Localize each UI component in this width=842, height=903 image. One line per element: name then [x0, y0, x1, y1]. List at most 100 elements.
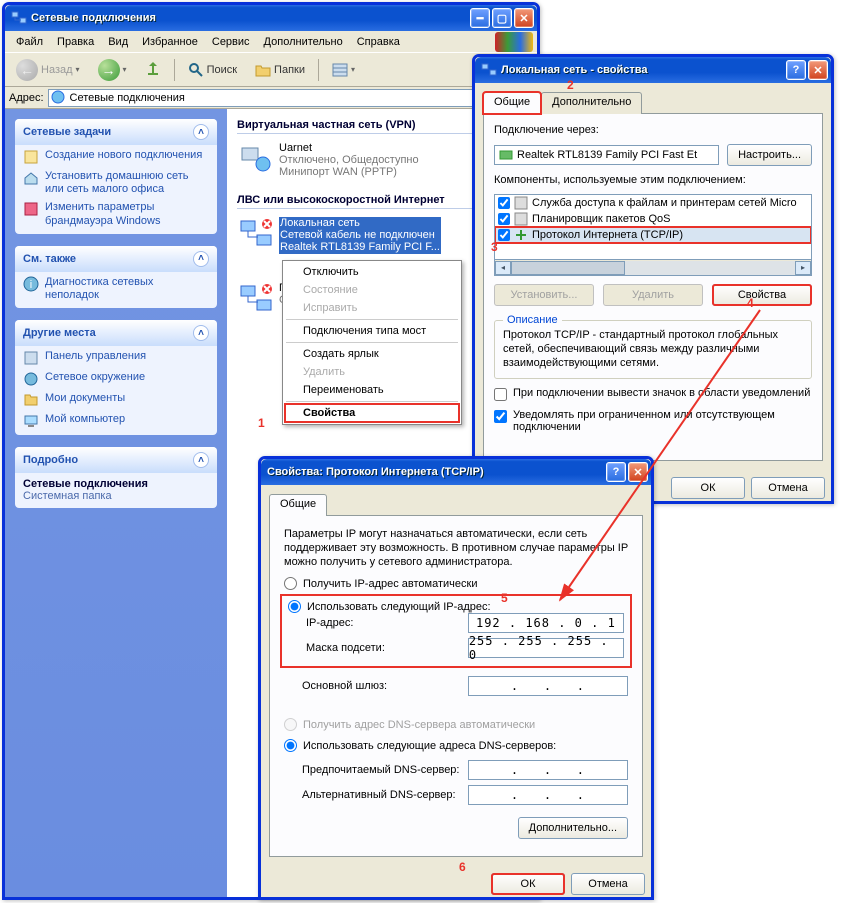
- other-my-computer[interactable]: Мой компьютер: [23, 413, 209, 429]
- ctx-bridge[interactable]: Подключения типа мост: [285, 322, 459, 340]
- chevron-up-icon[interactable]: ˄: [193, 325, 209, 341]
- menu-help[interactable]: Справка: [350, 34, 407, 50]
- radio-manual-ip[interactable]: Использовать следующий IP-адрес:: [288, 600, 624, 613]
- radio-manual-dns[interactable]: Использовать следующие адреса DNS-сервер…: [284, 739, 628, 752]
- scroll-left-icon[interactable]: ◂: [495, 261, 511, 275]
- other-network-env[interactable]: Сетевое окружение: [23, 371, 209, 387]
- panel-title[interactable]: Другие места˄: [15, 320, 217, 346]
- radio-auto-ip-input[interactable]: [284, 577, 297, 590]
- tray-icon-checkbox[interactable]: [494, 388, 507, 401]
- ok-button[interactable]: ОК: [671, 477, 745, 499]
- ip-address-field[interactable]: 192 . 168 . 0 . 1: [468, 613, 624, 633]
- back-button[interactable]: ← Назад ▾: [9, 56, 87, 84]
- views-button[interactable]: ▾: [325, 59, 362, 81]
- subnet-mask-field[interactable]: 255 . 255 . 255 . 0: [468, 638, 624, 658]
- configure-button[interactable]: Настроить...: [727, 144, 812, 166]
- radio-manual-ip-input[interactable]: [288, 600, 301, 613]
- nic-display: Realtek RTL8139 Family PCI Fast Et: [494, 145, 719, 165]
- panel-title[interactable]: Подробно˄: [15, 447, 217, 473]
- help-button[interactable]: ?: [786, 60, 806, 80]
- cancel-button[interactable]: Отмена: [571, 873, 645, 895]
- ctx-disable[interactable]: Отключить: [285, 263, 459, 281]
- address-label: Адрес:: [9, 92, 44, 104]
- notify-option[interactable]: Уведомлять при ограниченном или отсутств…: [494, 409, 812, 433]
- connection-name: Локальная сеть: [279, 217, 441, 229]
- views-dropdown-icon[interactable]: ▾: [351, 65, 355, 74]
- component-tcpip[interactable]: Протокол Интернета (TCP/IP): [495, 227, 811, 243]
- scroll-thumb[interactable]: [511, 261, 625, 275]
- components-label: Компоненты, используемые этим подключени…: [494, 174, 812, 186]
- chevron-up-icon[interactable]: ˄: [193, 124, 209, 140]
- annotation-6: 6: [459, 860, 466, 874]
- close-button[interactable]: ✕: [628, 462, 648, 482]
- forward-dropdown-icon[interactable]: ▾: [123, 65, 127, 74]
- scroll-right-icon[interactable]: ▸: [795, 261, 811, 275]
- svg-text:i: i: [30, 279, 32, 291]
- toolbar: ← Назад ▾ → ▾ Поиск Папки ▾: [5, 53, 537, 87]
- component-checkbox[interactable]: [498, 213, 510, 225]
- ok-button[interactable]: ОК: [491, 873, 565, 895]
- other-control-panel[interactable]: Панель управления: [23, 350, 209, 366]
- task-firewall[interactable]: Изменить параметры брандмауэра Windows: [23, 201, 209, 227]
- notify-checkbox[interactable]: [494, 410, 507, 423]
- tab-advanced[interactable]: Дополнительно: [541, 92, 642, 114]
- chevron-up-icon[interactable]: ˄: [193, 251, 209, 267]
- component-qos[interactable]: Планировщик пакетов QoS: [495, 211, 811, 227]
- scroll-track[interactable]: [511, 261, 795, 275]
- other-my-docs[interactable]: Мои документы: [23, 392, 209, 408]
- install-button[interactable]: Установить...: [494, 284, 594, 306]
- panel-title[interactable]: См. также˄: [15, 246, 217, 272]
- close-button[interactable]: ✕: [514, 8, 534, 28]
- panel-title[interactable]: Сетевые задачи˄: [15, 119, 217, 145]
- up-button[interactable]: [138, 59, 168, 81]
- component-checkbox[interactable]: [498, 197, 510, 209]
- component-file-print[interactable]: Служба доступа к файлам и принтерам сете…: [495, 195, 811, 211]
- properties-button[interactable]: Свойства: [712, 284, 812, 306]
- ctx-shortcut[interactable]: Создать ярлык: [285, 345, 459, 363]
- titlebar[interactable]: Сетевые подключения ━ ▢ ✕: [5, 5, 537, 31]
- tab-general[interactable]: Общие: [269, 494, 327, 516]
- cancel-button[interactable]: Отмена: [751, 477, 825, 499]
- pref-dns-field[interactable]: . . .: [468, 760, 628, 780]
- minimize-button[interactable]: ━: [470, 8, 490, 28]
- tab-general[interactable]: Общие: [483, 92, 541, 114]
- dns2-label: Альтернативный DNS-сервер:: [302, 789, 468, 801]
- address-field[interactable]: Сетевые подключения ▾: [48, 89, 509, 107]
- maximize-button[interactable]: ▢: [492, 8, 512, 28]
- components-list[interactable]: Служба доступа к файлам и принтерам сете…: [494, 194, 812, 260]
- ctx-rename[interactable]: Переименовать: [285, 381, 459, 399]
- chevron-up-icon[interactable]: ˄: [193, 452, 209, 468]
- forward-button[interactable]: → ▾: [91, 56, 134, 84]
- ctx-properties[interactable]: Свойства: [285, 404, 459, 422]
- titlebar[interactable]: Свойства: Протокол Интернета (TCP/IP) ? …: [261, 459, 651, 485]
- menu-favorites[interactable]: Избранное: [135, 34, 205, 50]
- folders-button[interactable]: Папки: [248, 59, 312, 81]
- gateway-field[interactable]: . . .: [468, 676, 628, 696]
- menu-view[interactable]: Вид: [101, 34, 135, 50]
- tab-content: Параметры IP могут назначаться автоматич…: [269, 515, 643, 857]
- alt-dns-field[interactable]: . . .: [468, 785, 628, 805]
- titlebar[interactable]: Локальная сеть - свойства ? ✕: [475, 57, 831, 83]
- remove-button[interactable]: Удалить: [603, 284, 703, 306]
- help-button[interactable]: ?: [606, 462, 626, 482]
- tray-icon-option[interactable]: При подключении вывести значок в области…: [494, 387, 812, 401]
- service-icon: [514, 212, 528, 226]
- task-home-network[interactable]: Установить домашнюю сеть или сеть малого…: [23, 170, 209, 196]
- component-checkbox[interactable]: [498, 229, 510, 241]
- radio-auto-ip[interactable]: Получить IP-адрес автоматически: [284, 577, 628, 590]
- connection-name: Uarnet: [279, 142, 419, 154]
- menu-tools[interactable]: Сервис: [205, 34, 257, 50]
- menubar: Файл Правка Вид Избранное Сервис Дополни…: [5, 31, 537, 53]
- menu-file[interactable]: Файл: [9, 34, 50, 50]
- dialog-title: Свойства: Протокол Интернета (TCP/IP): [267, 466, 604, 478]
- task-new-connection[interactable]: Создание нового подключения: [23, 149, 209, 165]
- menu-edit[interactable]: Правка: [50, 34, 101, 50]
- horizontal-scrollbar[interactable]: ◂ ▸: [494, 260, 812, 276]
- search-button[interactable]: Поиск: [181, 59, 244, 81]
- back-dropdown-icon[interactable]: ▾: [76, 65, 80, 74]
- close-button[interactable]: ✕: [808, 60, 828, 80]
- see-also-diagnostics[interactable]: iДиагностика сетевых неполадок: [23, 276, 209, 302]
- advanced-button[interactable]: Дополнительно...: [518, 817, 628, 839]
- radio-manual-dns-input[interactable]: [284, 739, 297, 752]
- menu-advanced[interactable]: Дополнительно: [257, 34, 350, 50]
